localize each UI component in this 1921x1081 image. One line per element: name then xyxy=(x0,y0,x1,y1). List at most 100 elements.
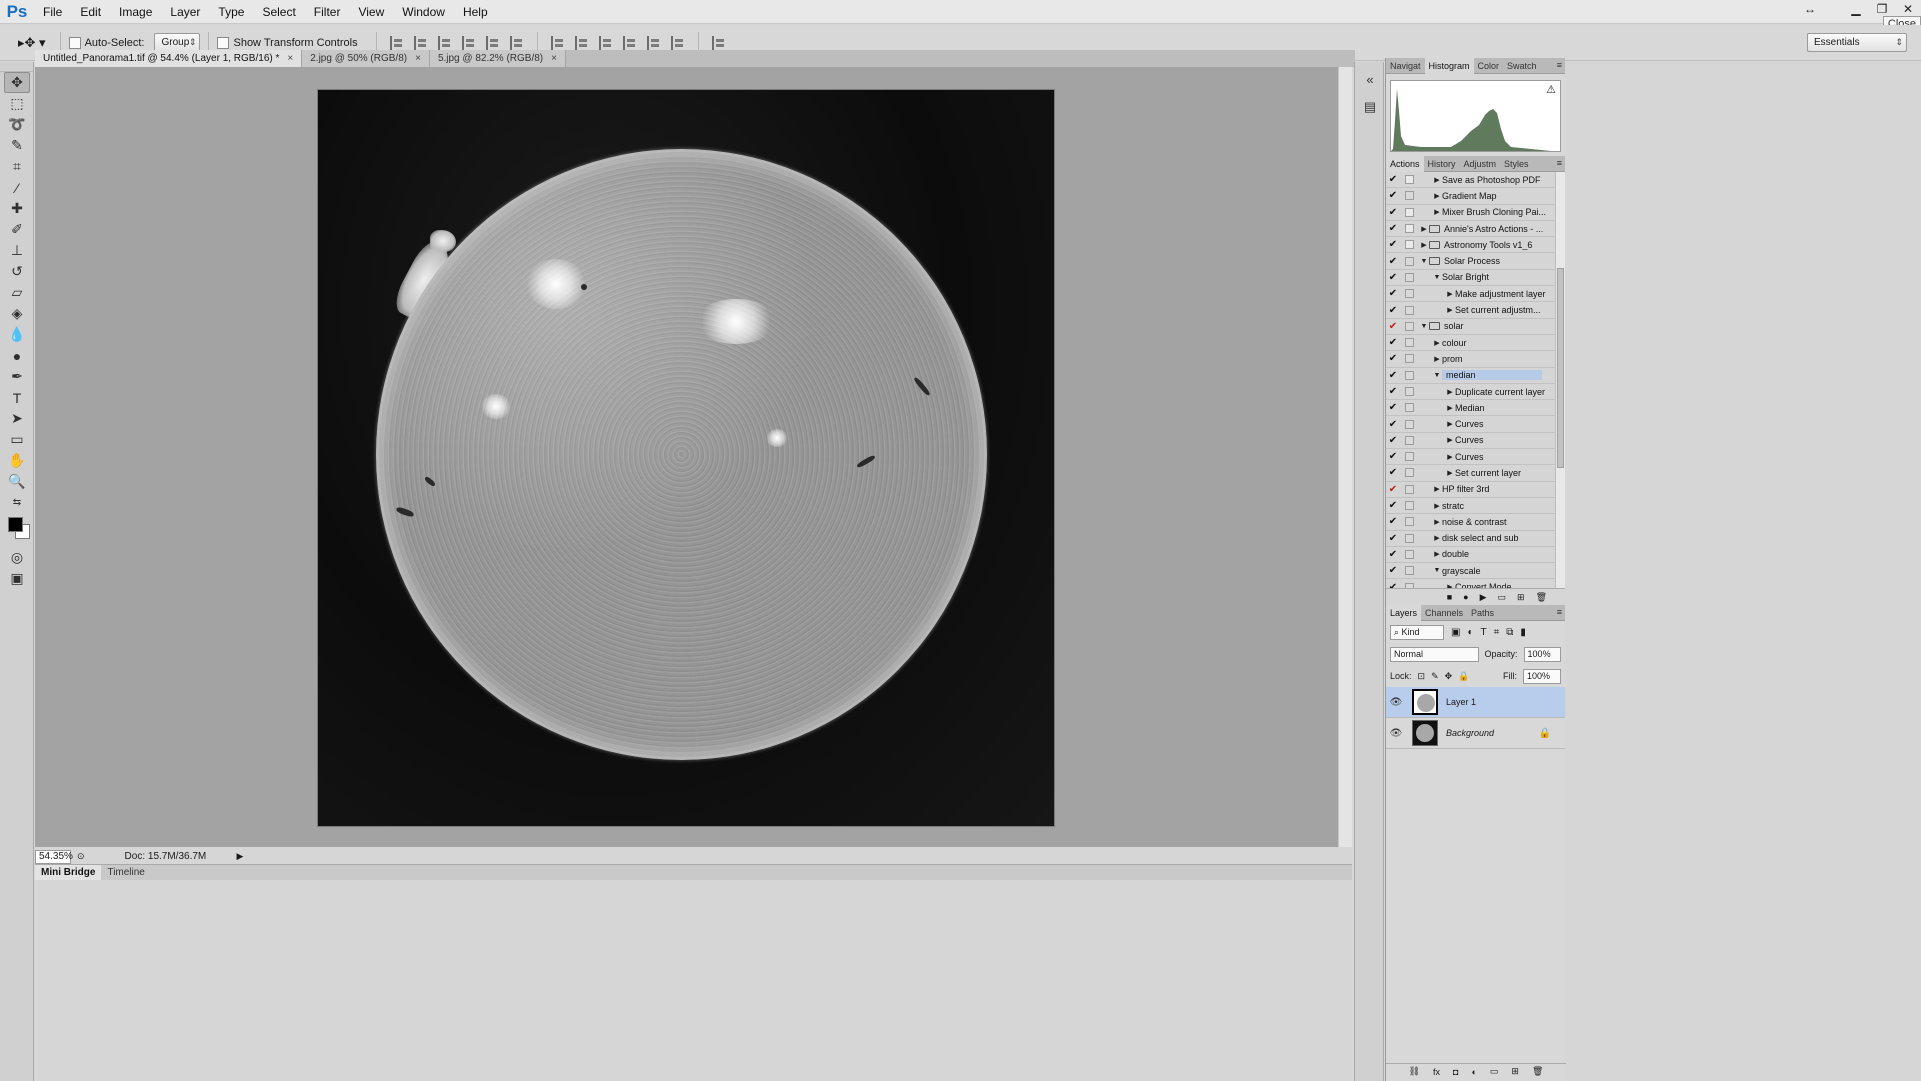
stop-recording-icon[interactable]: ■ xyxy=(1447,592,1452,602)
tab-channels[interactable]: Channels xyxy=(1421,605,1467,621)
status-info-icon[interactable]: ⊙ xyxy=(77,851,85,862)
document-tab-2jpg[interactable]: 2.jpg @ 50% (RGB/8) × xyxy=(302,50,430,67)
tab-mini-bridge[interactable]: Mini Bridge xyxy=(35,865,102,880)
action-row[interactable]: ✔ ▶ Curves xyxy=(1386,433,1565,450)
action-toggle-check-icon[interactable]: ✔ xyxy=(1386,500,1400,511)
action-toggle-check-icon[interactable]: ✔ xyxy=(1386,451,1400,462)
collapsed-triangle-icon[interactable]: ▶ xyxy=(1419,241,1429,249)
new-layer-icon[interactable]: ⊞ xyxy=(1511,1066,1519,1077)
fill-field[interactable]: 100% xyxy=(1523,668,1561,684)
quick-selection-tool-icon[interactable]: ✎ xyxy=(4,135,30,156)
collapsed-triangle-icon[interactable]: ▶ xyxy=(1445,420,1455,428)
auto-align-layers-icon[interactable] xyxy=(711,35,726,50)
action-toggle-check-icon[interactable]: ✔ xyxy=(1386,337,1400,348)
new-group-icon[interactable]: ▭ xyxy=(1490,1066,1499,1077)
lock-transparent-icon[interactable]: ⊡ xyxy=(1418,671,1426,682)
tab-histogram[interactable]: Histogram xyxy=(1424,57,1474,74)
properties-panel-icon[interactable]: ▤ xyxy=(1359,96,1381,118)
distribute-top-icon[interactable] xyxy=(550,35,565,50)
dialog-toggle-checkbox[interactable] xyxy=(1405,175,1414,185)
dialog-toggle-checkbox[interactable] xyxy=(1405,403,1414,413)
collapsed-triangle-icon[interactable]: ▶ xyxy=(1432,502,1442,510)
collapsed-triangle-icon[interactable]: ▶ xyxy=(1432,208,1442,216)
expanded-triangle-icon[interactable]: ▼ xyxy=(1432,567,1442,574)
tab-paths[interactable]: Paths xyxy=(1467,605,1498,621)
zoom-tool-icon[interactable]: 🔍 xyxy=(4,471,30,492)
lock-pixels-icon[interactable]: ✎ xyxy=(1431,671,1439,682)
swap-colors-icon[interactable]: ⇆ xyxy=(4,492,30,513)
collapsed-triangle-icon[interactable]: ▶ xyxy=(1432,550,1442,558)
action-toggle-check-icon[interactable]: ✔ xyxy=(1386,370,1400,381)
collapsed-triangle-icon[interactable]: ▶ xyxy=(1419,225,1429,233)
marquee-tool-icon[interactable]: ⬚ xyxy=(4,93,30,114)
action-toggle-check-icon[interactable]: ✔ xyxy=(1386,484,1400,495)
vertical-scrollbar[interactable] xyxy=(1338,67,1352,847)
tab-swatches[interactable]: Swatch xyxy=(1503,58,1541,74)
type-tool-icon[interactable]: T xyxy=(4,387,30,408)
close-tab-icon[interactable]: × xyxy=(415,50,421,67)
dialog-toggle-checkbox[interactable] xyxy=(1405,435,1414,445)
filter-smart-object-icon[interactable]: ⧉ xyxy=(1506,627,1513,638)
document-tab-5jpg[interactable]: 5.jpg @ 82.2% (RGB/8) × xyxy=(429,50,566,67)
tab-timeline[interactable]: Timeline xyxy=(101,865,150,880)
filter-pixel-icon[interactable]: ▣ xyxy=(1451,627,1460,638)
action-toggle-check-icon[interactable]: ✔ xyxy=(1386,516,1400,527)
minimize-button[interactable]: ▁ xyxy=(1843,0,1869,18)
lock-all-icon[interactable]: 🔒 xyxy=(1458,671,1469,682)
expanded-triangle-icon[interactable]: ▼ xyxy=(1432,274,1442,281)
action-toggle-check-icon[interactable]: ✔ xyxy=(1386,419,1400,430)
dialog-toggle-checkbox[interactable] xyxy=(1405,272,1414,282)
visibility-eye-icon[interactable]: 👁 xyxy=(1386,697,1406,708)
opacity-field[interactable]: 100% xyxy=(1523,646,1561,662)
dialog-toggle-checkbox[interactable] xyxy=(1405,517,1414,527)
dialog-toggle-checkbox[interactable] xyxy=(1405,305,1414,315)
document-canvas[interactable] xyxy=(318,90,1054,826)
record-icon[interactable]: ● xyxy=(1463,592,1468,602)
collapsed-triangle-icon[interactable]: ▶ xyxy=(1432,176,1442,184)
tab-color[interactable]: Color xyxy=(1474,58,1504,74)
delete-icon[interactable]: 🗑 xyxy=(1536,592,1547,603)
filter-type-icon[interactable]: T xyxy=(1481,627,1487,638)
play-icon[interactable]: ▶ xyxy=(1480,592,1487,603)
collapsed-triangle-icon[interactable]: ▶ xyxy=(1432,192,1442,200)
collapsed-triangle-icon[interactable]: ▶ xyxy=(1432,339,1442,347)
menu-file[interactable]: File xyxy=(34,0,71,24)
layer-row[interactable]: 👁 Background 🔒 xyxy=(1386,718,1565,749)
dialog-toggle-checkbox[interactable] xyxy=(1405,582,1414,588)
tab-history[interactable]: History xyxy=(1424,156,1460,172)
menu-help[interactable]: Help xyxy=(454,0,497,24)
collapsed-triangle-icon[interactable]: ▶ xyxy=(1432,534,1442,542)
zoom-level-field[interactable]: 54.35% xyxy=(35,849,73,864)
action-row[interactable]: ✔ ▶ double xyxy=(1386,547,1565,564)
paint-bucket-tool-icon[interactable]: ◈ xyxy=(4,303,30,324)
filter-toggle-icon[interactable]: ▮ xyxy=(1520,627,1526,638)
layer-filter-kind-dropdown[interactable]: ⌕ Kind xyxy=(1390,624,1444,640)
clone-stamp-tool-icon[interactable]: ⊥ xyxy=(4,240,30,261)
pen-tool-icon[interactable]: ✒ xyxy=(4,366,30,387)
collapsed-triangle-icon[interactable]: ▶ xyxy=(1445,453,1455,461)
dialog-toggle-checkbox[interactable] xyxy=(1405,484,1414,494)
expanded-triangle-icon[interactable]: ▼ xyxy=(1419,258,1429,265)
action-row[interactable]: ✔ ▶ Annie's Astro Actions - ... xyxy=(1386,221,1565,238)
new-action-icon[interactable]: ⊞ xyxy=(1517,592,1525,603)
actions-scrollbar[interactable] xyxy=(1555,172,1565,588)
adjustment-layer-icon[interactable]: ◐ xyxy=(1471,1067,1476,1077)
action-row[interactable]: ✔ ▶ noise & contrast xyxy=(1386,514,1565,531)
action-row[interactable]: ✔ ▼ Solar Bright xyxy=(1386,270,1565,287)
path-selection-tool-icon[interactable]: ➤ xyxy=(4,408,30,429)
collapsed-triangle-icon[interactable]: ▶ xyxy=(1445,583,1455,588)
dialog-toggle-checkbox[interactable] xyxy=(1405,452,1414,462)
eraser-tool-icon[interactable]: ▱ xyxy=(4,282,30,303)
dialog-toggle-checkbox[interactable] xyxy=(1405,256,1414,266)
crop-tool-icon[interactable]: ⌗ xyxy=(4,156,30,177)
action-row[interactable]: ✔ ▶ Mixer Brush Cloning Pai... xyxy=(1386,205,1565,221)
eyedropper-tool-icon[interactable]: ⁄ xyxy=(4,177,30,198)
dialog-toggle-checkbox[interactable] xyxy=(1405,207,1414,217)
add-mask-icon[interactable]: ◘ xyxy=(1453,1067,1458,1077)
collapsed-triangle-icon[interactable]: ▶ xyxy=(1432,485,1442,493)
move-tool-icon[interactable]: ✥ xyxy=(4,72,30,93)
dialog-toggle-checkbox[interactable] xyxy=(1405,240,1414,250)
collapsed-triangle-icon[interactable]: ▶ xyxy=(1445,469,1455,477)
action-row[interactable]: ✔ ▶ colour xyxy=(1386,335,1565,352)
action-toggle-check-icon[interactable]: ✔ xyxy=(1386,305,1400,316)
